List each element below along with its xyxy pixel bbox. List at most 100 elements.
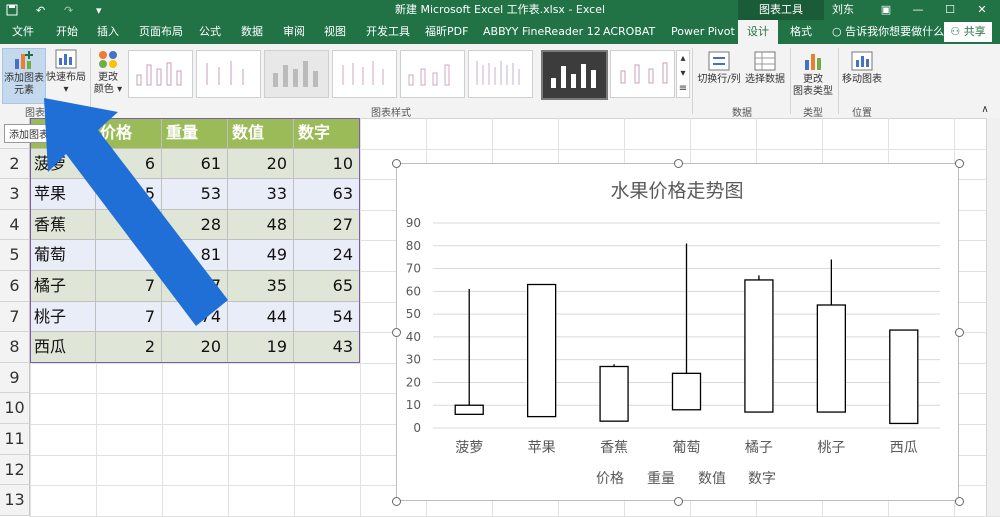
y-tick-label: 80 (406, 239, 421, 253)
chart-style-7[interactable] (541, 50, 608, 100)
share-button[interactable]: ⚇ 共享 (944, 22, 992, 42)
resize-handle[interactable] (955, 328, 964, 337)
ribbon-separator (838, 48, 839, 114)
chart-style-5[interactable] (400, 50, 465, 98)
chart-style-7-preview (551, 64, 596, 88)
value-cell[interactable]: 54 (294, 301, 360, 333)
legend-entry: 价格 (596, 471, 624, 487)
scroll-down-icon: ▾ (680, 68, 686, 79)
move-chart-icon (850, 50, 874, 72)
chart-style-8-preview (620, 62, 668, 84)
group-label-type: 类型 (803, 108, 823, 119)
gridline-vertical (360, 118, 361, 516)
resize-handle[interactable] (955, 497, 964, 506)
y-tick-label: 70 (406, 262, 421, 276)
chart-style-6[interactable] (468, 50, 533, 98)
tab-power-pivot[interactable]: Power Pivot (671, 20, 735, 44)
tab-developer[interactable]: 开发工具 (366, 20, 410, 44)
candle-box (816, 304, 847, 413)
resize-handle[interactable] (955, 159, 964, 168)
maximize-icon[interactable]: ☐ (934, 0, 966, 20)
arrow-shape (44, 98, 228, 326)
value-cell[interactable]: 65 (294, 271, 360, 302)
switch-row-column-icon (707, 50, 731, 72)
resize-handle[interactable] (392, 497, 401, 506)
move-chart-label: 移动图表 (842, 74, 882, 85)
y-tick-label: 50 (406, 307, 421, 321)
chart-plot: 水果价格走势图 0 10 20 30 40 50 60 70 80 90 菠萝 苹果 香蕉 葡萄 橘子 桃子 西瓜… (406, 180, 940, 487)
x-tick-label: 菠萝 (455, 440, 483, 456)
chart-style-8[interactable] (610, 50, 675, 98)
select-data-button[interactable]: 选择数据 (744, 50, 786, 100)
y-tick-label: 30 (406, 353, 421, 367)
candle-box (526, 283, 557, 418)
scroll-up-icon: ▴ (680, 53, 686, 64)
share-label: 共享 (963, 25, 986, 38)
value-cell[interactable]: 43 (294, 332, 360, 363)
tab-design[interactable]: 设计 (738, 20, 778, 44)
x-tick-label: 西瓜 (890, 440, 918, 456)
group-label-data: 数据 (732, 108, 752, 119)
candle-box (744, 279, 774, 413)
x-tick-label: 苹果 (528, 440, 556, 456)
x-tick-label: 桃子 (817, 440, 845, 456)
row-header-11[interactable]: 11 (0, 424, 30, 455)
person-icon: ⚇ (950, 25, 961, 38)
row-header-13[interactable]: 13 (0, 485, 30, 516)
tab-format[interactable]: 格式 (790, 20, 812, 44)
tab-acrobat[interactable]: ACROBAT (603, 20, 655, 44)
switch-row-column-button[interactable]: 切换行/列 (696, 50, 742, 100)
user-name[interactable]: 刘东 (832, 0, 854, 20)
minimize-icon[interactable]: — (902, 0, 934, 20)
header-cell[interactable]: 数字 (294, 118, 360, 149)
row-header-9[interactable]: 9 (0, 362, 30, 394)
tab-abbyy[interactable]: ABBYY FineReader 12 (483, 20, 601, 44)
candle-box (599, 365, 629, 422)
annotation-arrow (44, 98, 228, 326)
row-header-12[interactable]: 12 (0, 454, 30, 486)
change-chart-type-label-1: 更改 (803, 74, 823, 85)
collapse-ribbon-icon[interactable]: ∧ (975, 104, 995, 116)
stock-chart[interactable]: 水果价格走势图 0 10 20 30 40 50 60 70 80 90 菠萝 苹果 香蕉 葡萄 橘子 桃子 西瓜… (396, 163, 959, 501)
value-cell[interactable]: 27 (294, 209, 360, 241)
candle-box (671, 372, 702, 411)
x-tick-label: 葡萄 (673, 440, 701, 456)
change-chart-type-button[interactable]: 更改 图表类型 (792, 50, 834, 100)
y-tick-label: 60 (406, 284, 421, 298)
legend-entry: 数值 (698, 471, 726, 487)
lightbulb-icon: ○ (832, 25, 846, 38)
value-cell[interactable]: 63 (294, 179, 360, 210)
chart-style-4[interactable] (332, 50, 397, 98)
tell-me-search[interactable]: ○ 告诉我你想要做什么 (832, 20, 944, 44)
ribbon-display-icon[interactable]: ▣ (870, 0, 902, 20)
vertical-scrollbar[interactable] (986, 118, 1000, 516)
y-tick-label: 90 (406, 216, 421, 230)
change-chart-type-icon (801, 50, 825, 72)
y-tick-label: 40 (406, 330, 421, 344)
value-cell[interactable]: 24 (294, 240, 360, 271)
resize-handle[interactable] (392, 328, 401, 337)
chart-styles-scroll[interactable]: ▴ ▾ ≡ (676, 50, 690, 98)
y-tick-label: 20 (406, 375, 421, 389)
chart-style-4-preview (342, 61, 384, 85)
tell-me-text: 告诉我你想要做什么 (845, 25, 945, 38)
tab-view[interactable]: 视图 (324, 20, 346, 44)
resize-handle[interactable] (673, 497, 683, 506)
tab-foxit-pdf[interactable]: 福昕PDF (425, 20, 468, 44)
x-tick-label: 橘子 (745, 440, 773, 456)
move-chart-button[interactable]: 移动图表 (840, 50, 884, 100)
y-tick-label: 0 (413, 421, 421, 435)
group-label-location: 位置 (852, 108, 872, 119)
switch-row-column-label: 切换行/列 (697, 74, 741, 85)
close-icon[interactable]: ✕ (966, 0, 998, 20)
more-icon: ≡ (678, 83, 688, 94)
resize-handle[interactable] (673, 159, 683, 168)
resize-handle[interactable] (392, 159, 401, 168)
value-cell[interactable]: 10 (294, 148, 360, 180)
candle-box (454, 404, 484, 415)
row-header-10[interactable]: 10 (0, 393, 30, 424)
change-chart-type-label-2: 图表类型 (793, 86, 833, 97)
candle-box (889, 329, 919, 425)
y-tick-label: 10 (406, 398, 421, 412)
ribbon-separator (790, 48, 791, 114)
